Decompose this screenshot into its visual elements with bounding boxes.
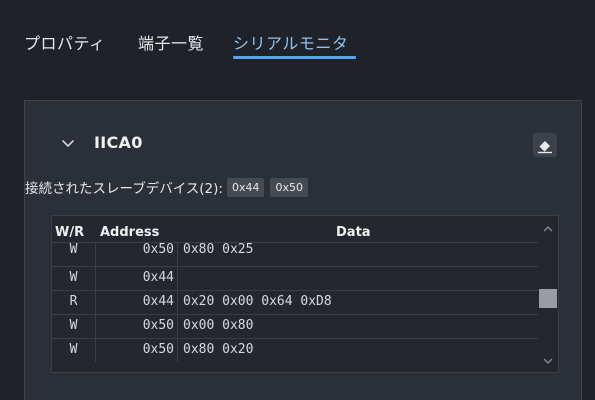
clear-log-button[interactable] bbox=[533, 133, 557, 157]
scroll-down-icon[interactable] bbox=[541, 354, 555, 368]
column-header-wr: W/R bbox=[55, 225, 85, 240]
address-chip-0x44: 0x44 bbox=[226, 177, 265, 197]
connected-devices-label: 接続されたスレーブデバイス(2): bbox=[25, 181, 223, 197]
tab-serial-monitor[interactable]: シリアルモニタ bbox=[233, 30, 348, 54]
cell-data: 0x80 0x20 bbox=[183, 342, 254, 357]
serial-monitor-window: プロパティ 端子一覧 シリアルモニタ IICA0 接続されたスレーブデバイス(2… bbox=[0, 0, 595, 400]
chevron-down-icon[interactable] bbox=[60, 135, 76, 151]
cell-wr: W bbox=[52, 339, 96, 362]
table-row: W 0x50 0x00 0x80 bbox=[52, 314, 538, 338]
iica0-panel: IICA0 接続されたスレーブデバイス(2): 0x44 0x50 W/R Ad… bbox=[24, 100, 582, 400]
tab-bar: プロパティ 端子一覧 シリアルモニタ bbox=[0, 0, 595, 76]
table-row: R 0x44 0x20 0x00 0x64 0xD8 bbox=[52, 290, 538, 314]
device-title: IICA0 bbox=[94, 133, 143, 152]
connected-devices-row: 接続されたスレーブデバイス(2): 0x44 0x50 bbox=[25, 177, 308, 197]
tab-properties[interactable]: プロパティ bbox=[24, 30, 106, 54]
scroll-up-icon[interactable] bbox=[541, 222, 555, 236]
cell-wr: W bbox=[52, 267, 96, 290]
table-scrollbar[interactable] bbox=[538, 216, 558, 372]
cell-wr: R bbox=[52, 291, 96, 314]
active-tab-indicator bbox=[233, 56, 356, 59]
cell-wr: W bbox=[52, 315, 96, 338]
cell-address: 0x50 bbox=[96, 315, 178, 338]
column-header-data: Data bbox=[336, 225, 371, 240]
table-row: W 0x44 bbox=[52, 266, 538, 290]
transaction-table: W/R Address Data W 0x50 0x80 0x25 W 0x44… bbox=[51, 215, 559, 373]
table-row: W 0x50 0x80 0x25 bbox=[52, 242, 538, 266]
cell-address: 0x44 bbox=[96, 267, 178, 290]
address-chip-0x50: 0x50 bbox=[270, 177, 308, 197]
section-header[interactable]: IICA0 bbox=[60, 133, 143, 152]
table-body: W 0x50 0x80 0x25 W 0x44 R 0x44 0x20 0x00… bbox=[52, 242, 538, 362]
eraser-icon bbox=[538, 141, 552, 154]
tab-pin-list[interactable]: 端子一覧 bbox=[138, 30, 204, 54]
cell-address: 0x50 bbox=[96, 243, 178, 266]
cell-wr: W bbox=[52, 243, 96, 266]
cell-data: 0x20 0x00 0x64 0xD8 bbox=[183, 294, 332, 309]
scroll-thumb[interactable] bbox=[539, 289, 557, 308]
column-header-address: Address bbox=[100, 225, 160, 240]
cell-address: 0x50 bbox=[96, 339, 178, 362]
cell-data: 0x80 0x25 bbox=[183, 242, 254, 257]
table-row: W 0x50 0x80 0x20 bbox=[52, 338, 538, 362]
cell-address: 0x44 bbox=[96, 291, 178, 314]
cell-data: 0x00 0x80 bbox=[183, 318, 254, 333]
